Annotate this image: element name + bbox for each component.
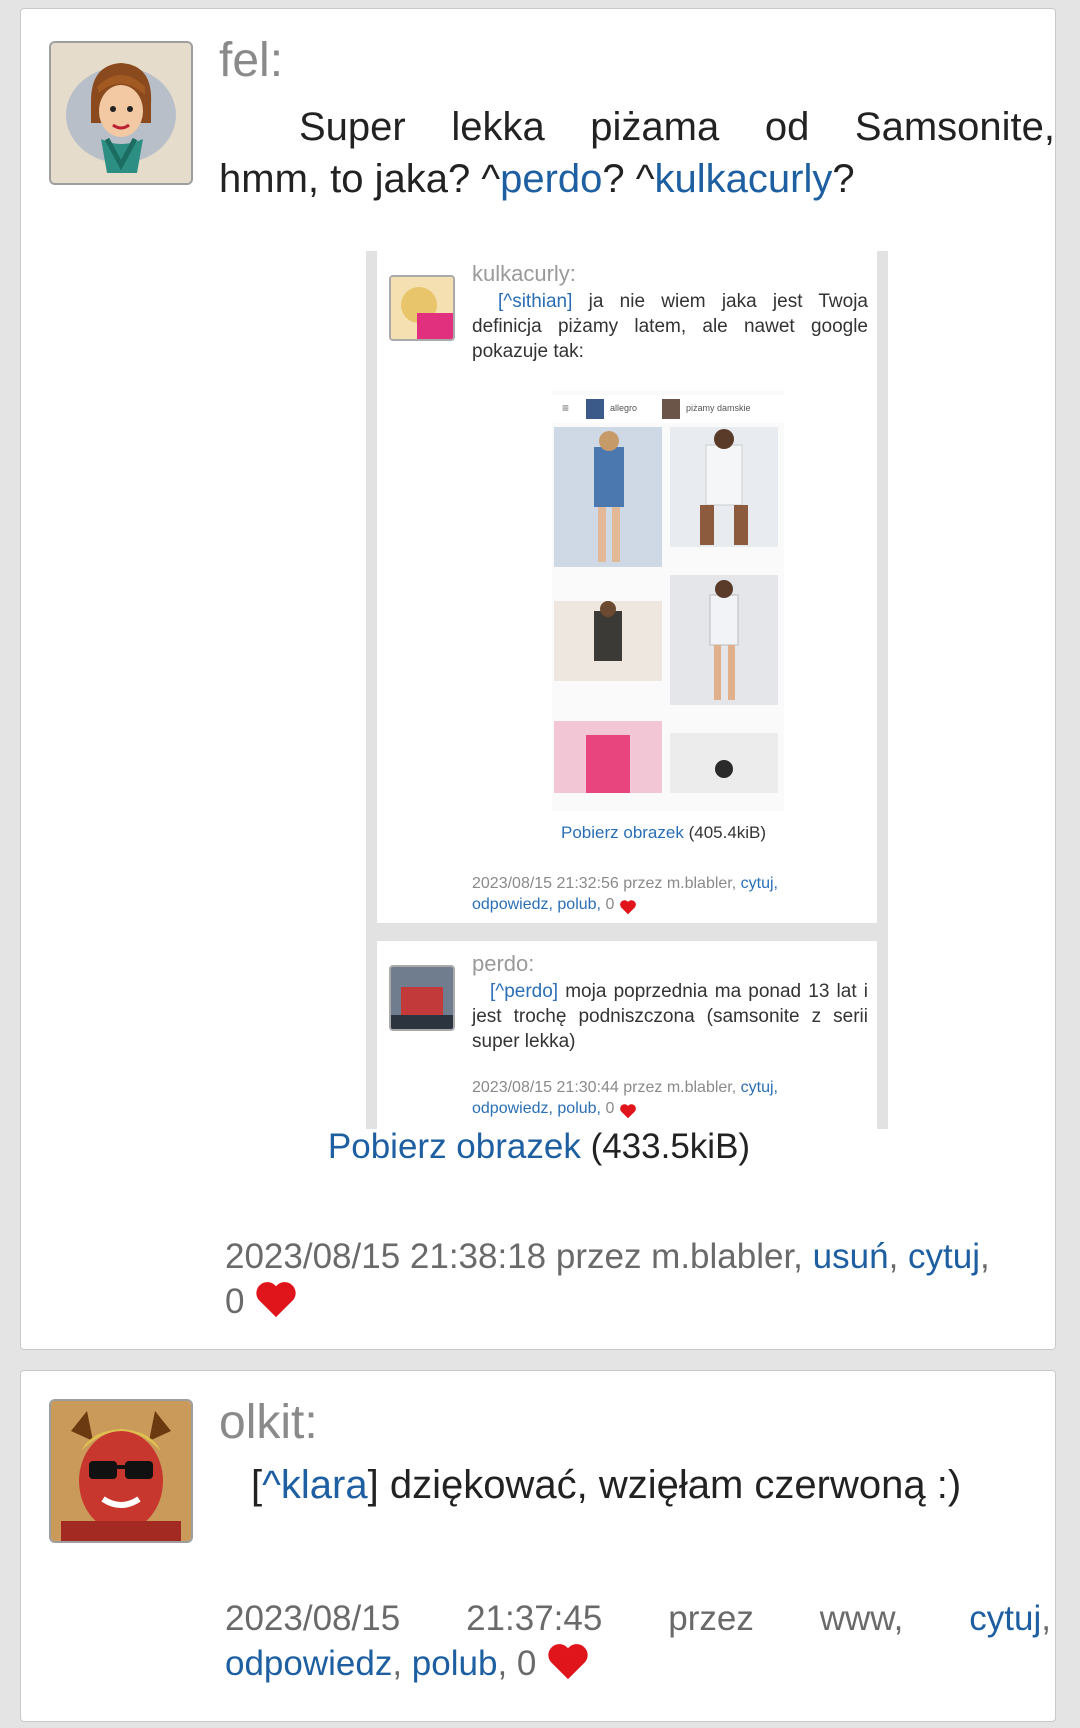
image-card-text: [^sithian] ja nie wiem jaka jest Twoja d… [472, 289, 868, 364]
avatar-illustration [391, 277, 453, 339]
image-card-author: kulkacurly: [472, 261, 576, 286]
chip-thumbnail [662, 399, 680, 419]
like-link[interactable]: polub [412, 1644, 498, 1683]
photo [670, 427, 778, 547]
photo [670, 575, 778, 705]
photo [670, 733, 778, 793]
post-date: 2023/08/15 21:38:18 przez m.blabler, [225, 1237, 803, 1276]
post-by: przez [668, 1599, 754, 1638]
avatar-illustration [51, 43, 191, 183]
photo-figure [594, 431, 624, 562]
image-download: Pobierz obrazek (405.4kiB) [561, 823, 766, 843]
heart-icon[interactable] [254, 1279, 298, 1319]
reply-link[interactable]: odpowiedz [225, 1644, 392, 1683]
chip-thumbnail [586, 399, 604, 419]
download-image-link[interactable]: Pobierz obrazek [328, 1127, 581, 1166]
like-count: 0 [225, 1282, 245, 1321]
post-author[interactable]: olkit: [219, 1395, 318, 1450]
photo-figure [715, 760, 733, 778]
post-date: 2023/08/15 [225, 1599, 401, 1638]
mention-klara[interactable]: ^klara [262, 1463, 367, 1507]
avatar [389, 275, 455, 341]
heart-icon[interactable] [546, 1641, 590, 1681]
post-user: www, [819, 1599, 904, 1638]
post-text: [^klara] dziękować, wzięłam czerwoną :) [251, 1463, 962, 1507]
post-time: 21:37:45 [466, 1599, 603, 1638]
attached-image[interactable]: kulkacurly: [^sithian] ja nie wiem jaka … [366, 251, 888, 1129]
image-meta-date: 2023/08/15 21:30:44 przez m.blabler, [472, 1079, 737, 1096]
post-meta: 2023/08/15 21:38:18 przez m.blabler, usu… [225, 1237, 990, 1321]
post-body: dziękować, wzięłam czerwoną :) [389, 1463, 962, 1507]
image-card-mention: [^perdo] [490, 981, 559, 1002]
avatar[interactable] [49, 1399, 193, 1543]
image-meta-like: polub, [557, 896, 601, 913]
heart-icon [619, 900, 636, 915]
image-meta-quote: cytuj, [740, 875, 778, 892]
search-results-grid: ≡ allegro piżamy damskie [552, 391, 784, 811]
image-meta-count: 0 [605, 1100, 615, 1117]
avatar-illustration [391, 967, 453, 1029]
post-author[interactable]: fel: [219, 33, 283, 88]
image-meta-count: 0 [605, 896, 615, 913]
image-card-text: [^perdo] moja poprzednia ma ponad 13 lat… [472, 979, 868, 1054]
avatar [389, 965, 455, 1031]
image-card-meta: 2023/08/15 21:30:44 przez m.blabler, cyt… [472, 1077, 872, 1119]
image-card-perdo: perdo: [^perdo] moja poprzednia ma ponad… [377, 941, 877, 1129]
photo [554, 721, 662, 793]
image-meta-reply: odpowiedz, [472, 896, 553, 913]
photo [554, 427, 662, 567]
menu-icon: ≡ [562, 401, 570, 415]
post-meta: 2023/08/15 21:37:45 przez www, cytuj, od… [225, 1599, 1051, 1683]
search-chip-bar: ≡ allegro piżamy damskie [552, 395, 784, 423]
image-card-meta: 2023/08/15 21:32:56 przez m.blabler, cyt… [472, 873, 872, 915]
mention-kulkacurly[interactable]: kulkacurly [655, 157, 833, 201]
post-text: Super lekka piżama od Samsonite, hmm, to… [219, 105, 1055, 201]
image-card-mention: [^sithian] [498, 291, 573, 312]
photo-figure [700, 429, 748, 545]
search-chip: allegro [610, 403, 638, 413]
delete-link[interactable]: usuń [813, 1237, 889, 1276]
like-count: 0 [516, 1644, 537, 1683]
heart-icon [619, 1104, 636, 1119]
photo-figure [594, 601, 622, 661]
quote-link[interactable]: cytuj [908, 1237, 980, 1276]
image-download-link: Pobierz obrazek [561, 823, 684, 842]
image-meta-reply: odpowiedz, [472, 1100, 553, 1117]
photo-figure [709, 580, 739, 700]
avatar[interactable] [49, 41, 193, 185]
post-fel: fel: Super lekka piżama od Samsonite, hm… [20, 8, 1056, 1350]
post-olkit: olkit: [^klara] dziękować, wzięłam czerw… [20, 1370, 1056, 1722]
image-card-author: perdo: [472, 951, 535, 976]
download-row: Pobierz obrazek (433.5kiB) [21, 1127, 1057, 1167]
image-meta-date: 2023/08/15 21:32:56 przez m.blabler, [472, 875, 737, 892]
photo [554, 601, 662, 681]
search-chip: piżamy damskie [686, 403, 751, 413]
avatar-illustration [51, 1401, 191, 1541]
image-meta-quote: cytuj, [740, 1079, 778, 1096]
image-meta-like: polub, [557, 1100, 601, 1117]
image-card-kulkacurly: kulkacurly: [^sithian] ja nie wiem jaka … [377, 251, 877, 923]
photo-figure [586, 735, 630, 793]
download-size: (433.5kiB) [590, 1127, 751, 1166]
image-download-size: (405.4kiB) [688, 823, 767, 842]
mention-perdo[interactable]: perdo [500, 157, 602, 201]
quote-link[interactable]: cytuj [969, 1599, 1041, 1638]
